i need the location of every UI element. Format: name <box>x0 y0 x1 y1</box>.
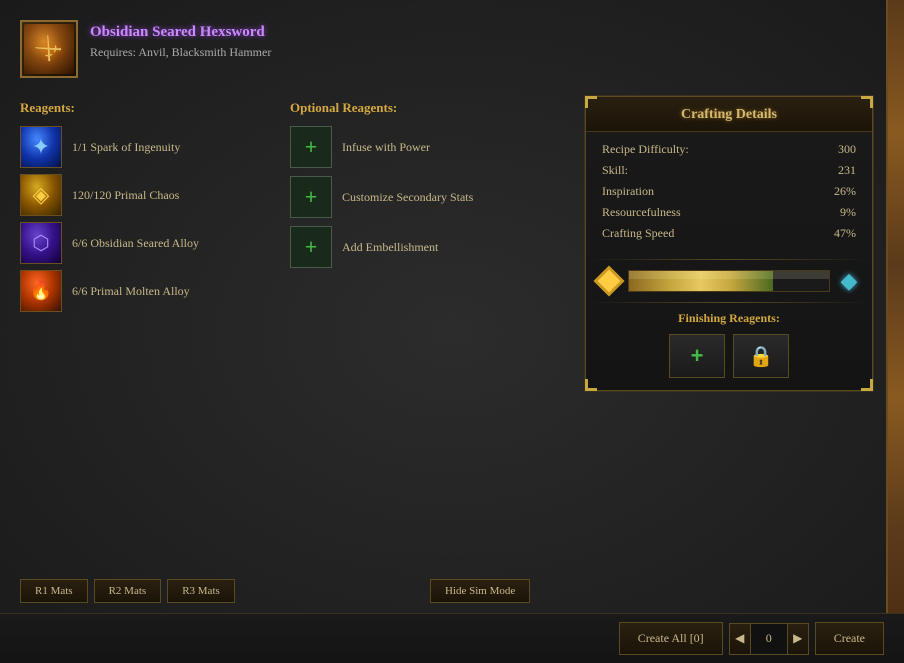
crafting-title: Crafting Details <box>681 107 777 122</box>
reagent-item: 120/120 Primal Chaos <box>20 174 280 216</box>
r2-mats-button[interactable]: R2 Mats <box>94 579 162 603</box>
panel-corner-tl <box>585 96 597 108</box>
stat-value-difficulty: 300 <box>838 142 856 157</box>
spark-icon <box>20 126 62 168</box>
reagent-item: 6/6 Obsidian Seared Alloy <box>20 222 280 264</box>
item-header: Obsidian Seared Hexsword Requires: Anvil… <box>20 20 271 78</box>
stat-label-skill: Skill: <box>602 163 628 178</box>
item-name: Obsidian Seared Hexsword <box>90 24 271 41</box>
embellishment-icon-box[interactable]: + <box>290 226 332 268</box>
progress-bar-highlight <box>629 271 829 279</box>
crafting-details-panel: Crafting Details Recipe Difficulty: 300 … <box>584 95 874 392</box>
progress-bar <box>628 270 830 292</box>
divider <box>586 259 872 260</box>
finishing-reagents-label: Finishing Reagents: <box>598 311 860 326</box>
lock-finishing-reagent-button[interactable]: 🔒 <box>733 334 789 378</box>
optional-reagents-panel: Optional Reagents: + Infuse with Power +… <box>290 100 560 276</box>
plus-icon: + <box>305 186 318 208</box>
embellishment-label: Add Embellishment <box>342 239 438 256</box>
stat-row-skill: Skill: 231 <box>602 163 856 178</box>
chaos-icon <box>20 174 62 216</box>
stat-row-resourcefulness: Resourcefulness 9% <box>602 205 856 220</box>
qty-increase-button[interactable]: ▶ <box>787 623 809 655</box>
requires-value: Anvil, Blacksmith Hammer <box>138 45 271 59</box>
add-finishing-reagent-button[interactable]: + <box>669 334 725 378</box>
qty-decrease-button[interactable]: ◀ <box>729 623 751 655</box>
item-requires: Requires: Anvil, Blacksmith Hammer <box>90 45 271 60</box>
main-container: Obsidian Seared Hexsword Requires: Anvil… <box>0 0 904 663</box>
create-all-button[interactable]: Create All [0] <box>619 622 723 655</box>
optional-reagents-label: Optional Reagents: <box>290 100 560 116</box>
stat-value-crafting-speed: 47% <box>834 226 856 241</box>
progress-area <box>586 262 872 300</box>
secondary-stats-icon-box[interactable]: + <box>290 176 332 218</box>
item-icon-box <box>20 20 78 78</box>
divider <box>586 302 872 303</box>
molten-icon <box>20 270 62 312</box>
plus-icon: + <box>305 236 318 258</box>
optional-item-embellishment[interactable]: + Add Embellishment <box>290 226 560 268</box>
optional-item-secondary[interactable]: + Customize Secondary Stats <box>290 176 560 218</box>
right-edge-decoration <box>886 0 904 663</box>
stat-label-resourcefulness: Resourcefulness <box>602 205 681 220</box>
r3-mats-button[interactable]: R3 Mats <box>167 579 235 603</box>
reagent-text: 6/6 Primal Molten Alloy <box>72 283 190 300</box>
stat-row-crafting-speed: Crafting Speed 47% <box>602 226 856 241</box>
stat-row-difficulty: Recipe Difficulty: 300 <box>602 142 856 157</box>
secondary-stats-label: Customize Secondary Stats <box>342 189 473 206</box>
stat-row-inspiration: Inspiration 26% <box>602 184 856 199</box>
plus-icon: + <box>305 136 318 158</box>
stat-value-resourcefulness: 9% <box>840 205 856 220</box>
infuse-power-label: Infuse with Power <box>342 139 430 156</box>
rank-buttons: R1 Mats R2 Mats R3 Mats <box>20 579 235 603</box>
diamond-icon-left <box>593 265 624 296</box>
crafting-stats: Recipe Difficulty: 300 Skill: 231 Inspir… <box>586 132 872 257</box>
hide-sim-mode-button[interactable]: Hide Sim Mode <box>430 579 530 603</box>
requires-label: Requires: <box>90 45 136 59</box>
reagents-label: Reagents: <box>20 100 280 116</box>
stat-value-inspiration: 26% <box>834 184 856 199</box>
obsidian-icon <box>20 222 62 264</box>
quantity-input[interactable] <box>751 623 787 655</box>
quantity-container: ◀ ▶ <box>729 623 809 655</box>
create-button[interactable]: Create <box>815 622 884 655</box>
item-info: Obsidian Seared Hexsword Requires: Anvil… <box>90 20 271 60</box>
reagents-panel: Reagents: 1/1 Spark of Ingenuity 120/120… <box>20 100 280 312</box>
panel-corner-br <box>861 379 873 391</box>
diamond-icon-right <box>838 270 860 292</box>
stat-label-crafting-speed: Crafting Speed <box>602 226 674 241</box>
reagent-text: 120/120 Primal Chaos <box>72 187 179 204</box>
panel-corner-bl <box>585 379 597 391</box>
panel-corner-tr <box>861 96 873 108</box>
finishing-buttons: + 🔒 <box>598 334 860 378</box>
crafting-title-bar: Crafting Details <box>586 97 872 132</box>
bottom-toolbar: Create All [0] ◀ ▶ Create <box>0 613 904 663</box>
reagent-list: 1/1 Spark of Ingenuity 120/120 Primal Ch… <box>20 126 280 312</box>
reagent-item: 1/1 Spark of Ingenuity <box>20 126 280 168</box>
finishing-section: Finishing Reagents: + 🔒 <box>586 305 872 390</box>
reagent-text: 1/1 Spark of Ingenuity <box>72 139 180 156</box>
optional-item-infuse[interactable]: + Infuse with Power <box>290 126 560 168</box>
stat-value-skill: 231 <box>838 163 856 178</box>
reagent-item: 6/6 Primal Molten Alloy <box>20 270 280 312</box>
lock-icon: 🔒 <box>749 344 774 369</box>
item-icon <box>24 24 74 74</box>
reagent-text: 6/6 Obsidian Seared Alloy <box>72 235 199 252</box>
infuse-power-icon-box[interactable]: + <box>290 126 332 168</box>
stat-label-inspiration: Inspiration <box>602 184 654 199</box>
stat-label-difficulty: Recipe Difficulty: <box>602 142 689 157</box>
r1-mats-button[interactable]: R1 Mats <box>20 579 88 603</box>
plus-icon: + <box>691 343 704 369</box>
